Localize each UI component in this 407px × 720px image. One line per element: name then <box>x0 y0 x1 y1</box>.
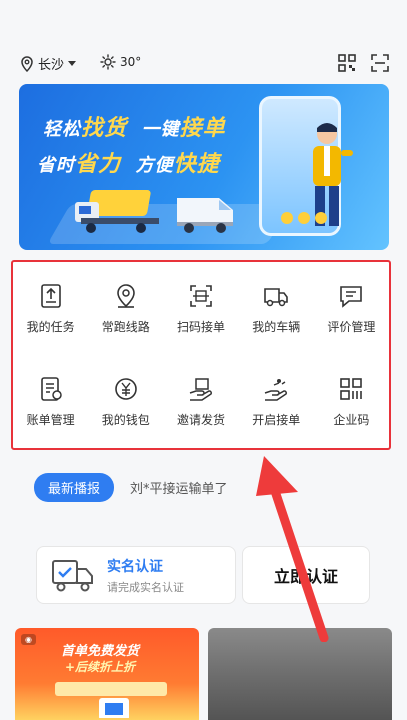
menu-label: 扫码接单 <box>176 320 225 334</box>
menu-label: 我的车辆 <box>252 320 301 334</box>
route-pin-icon <box>116 284 135 308</box>
promo-logo: ◉ <box>21 634 36 645</box>
menu-label: 邀请发货 <box>176 413 225 427</box>
menu-label: 账单管理 <box>26 413 75 427</box>
wallet-yen-icon <box>114 378 137 400</box>
menu-item-frequent-routes[interactable]: 常跑线路 <box>88 262 163 355</box>
truck-icon <box>264 288 288 307</box>
qr-code-icon[interactable] <box>338 54 356 72</box>
sun-icon <box>100 54 116 70</box>
truck-illustration <box>75 190 159 233</box>
red-arrow-annotation <box>256 456 329 642</box>
caret-down-icon <box>68 60 77 66</box>
promo-coupon-illustration <box>55 682 167 718</box>
feature-menu: 我的任务 常跑线路 扫码接单 我的车辆 评价管理 账单管理 我的钱包 邀请发货 <box>11 260 391 450</box>
first-order-promo-card[interactable]: ◉ 首单免费发货 +后续折上折 <box>15 628 199 720</box>
bill-icon <box>40 377 62 401</box>
menu-item-bill-management[interactable]: 账单管理 <box>13 355 88 448</box>
task-icon <box>40 284 61 308</box>
coins-illustration <box>281 212 327 224</box>
invite-icon <box>189 378 212 401</box>
weather: 30° <box>100 54 141 70</box>
menu-label: 企业码 <box>333 413 370 427</box>
news-text: 刘*平接运输单了 <box>130 482 228 497</box>
menu-label: 开启接单 <box>252 413 301 427</box>
menu-item-enterprise-code[interactable]: 企业码 <box>314 355 389 448</box>
scan-icon[interactable] <box>371 54 389 72</box>
menu-item-start-orders[interactable]: 开启接单 <box>239 355 314 448</box>
van-illustration <box>177 198 233 233</box>
menu-item-invite-shipping[interactable]: 邀请发货 <box>163 355 238 448</box>
menu-item-my-vehicles[interactable]: 我的车辆 <box>239 262 314 355</box>
location-selector[interactable]: 长沙 <box>20 54 77 73</box>
banner-line-2: 省时省力 方便快捷 <box>37 152 220 177</box>
menu-label: 我的任务 <box>26 320 75 334</box>
menu-item-my-wallet[interactable]: 我的钱包 <box>88 355 163 448</box>
news-badge: 最新播报 <box>34 473 115 502</box>
promo-line-2: +后续折上折 <box>65 660 136 674</box>
promo-banner[interactable]: 轻松找货 一键接单 省时省力 方便快捷 <box>19 84 389 250</box>
menu-item-review-management[interactable]: 评价管理 <box>314 262 389 355</box>
verification-subtitle: 请完成实名认证 <box>107 580 184 594</box>
review-icon <box>340 286 363 308</box>
menu-label: 常跑线路 <box>101 320 150 334</box>
menu-label: 我的钱包 <box>101 413 150 427</box>
top-bar: 长沙 30° <box>0 0 407 86</box>
location-pin-icon <box>21 55 33 72</box>
promo-line-1: 首单免费发货 <box>61 644 140 659</box>
menu-label: 评价管理 <box>327 320 376 334</box>
city-name: 长沙 <box>38 58 65 73</box>
menu-item-my-tasks[interactable]: 我的任务 <box>13 262 88 355</box>
temperature: 30° <box>120 55 142 69</box>
truck-check-icon <box>52 560 93 592</box>
verification-card[interactable]: 实名认证 请完成实名认证 <box>36 546 236 604</box>
menu-item-scan-order[interactable]: 扫码接单 <box>163 262 238 355</box>
verification-title: 实名认证 <box>107 558 163 575</box>
banner-line-1: 轻松找货 一键接单 <box>43 116 226 141</box>
start-order-icon <box>264 379 288 401</box>
scan-order-icon <box>190 285 212 307</box>
enterprise-code-icon <box>340 378 363 400</box>
news-ticker[interactable]: 最新播报 刘*平接运输单了 <box>34 473 228 502</box>
